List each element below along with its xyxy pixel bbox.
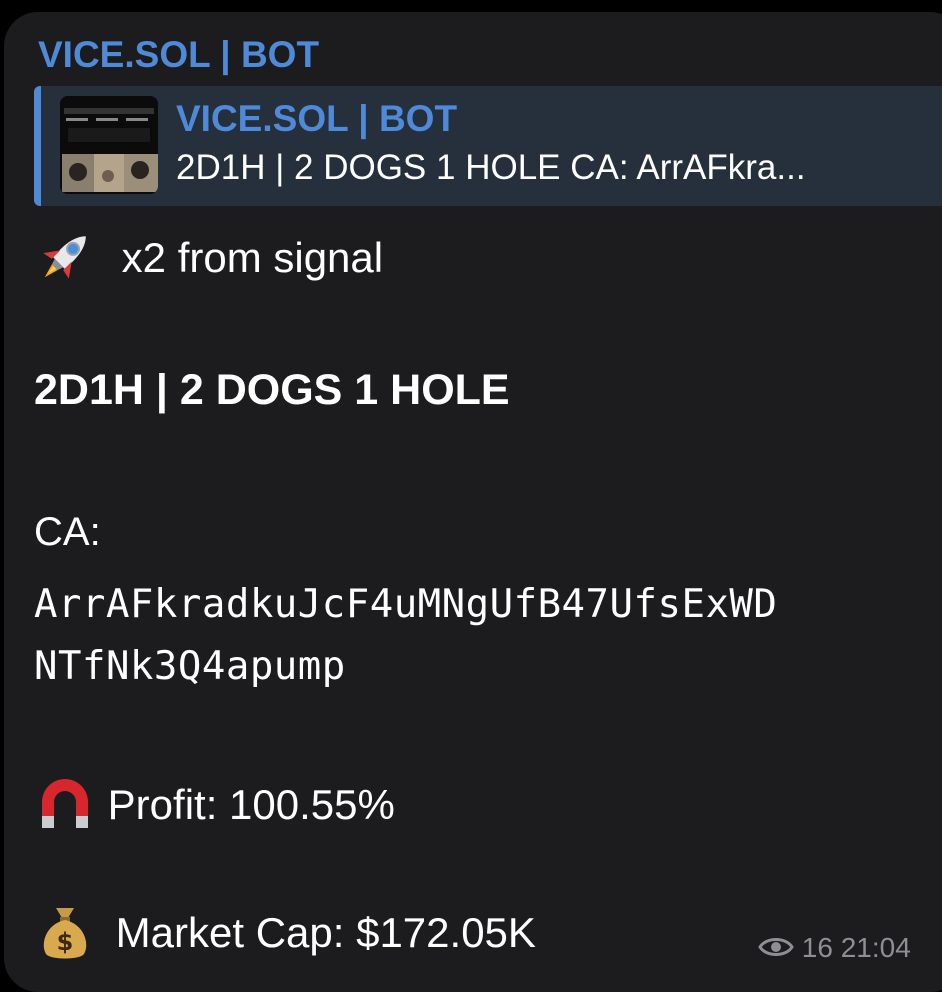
message-time: 21:04	[840, 932, 911, 963]
message-bubble[interactable]: VICE.SOL | BOT VICE.SOL | BOT 2D1H | 2 D…	[4, 12, 942, 992]
eye-icon	[758, 934, 794, 966]
message-meta: 16 21:04	[758, 932, 911, 966]
market-cap-text: Market Cap: $172.05K	[115, 909, 536, 957]
ca-address-line-1[interactable]: ArrAFkradkuJcF4uMNgUfB47UfsExWD	[34, 582, 777, 627]
reply-title: VICE.SOL | BOT	[176, 98, 458, 139]
reply-accent-bar	[34, 86, 41, 206]
profit-text: Profit: 100.55%	[107, 781, 395, 829]
magnet-icon	[34, 772, 96, 844]
reply-preview[interactable]: VICE.SOL | BOT 2D1H | 2 DOGS 1 HOLE CA: …	[34, 86, 942, 206]
view-count: 16	[801, 932, 833, 963]
sender-name[interactable]: VICE.SOL | BOT	[38, 34, 319, 76]
rocket-icon	[34, 224, 98, 298]
profit-line: Profit: 100.55%	[34, 772, 395, 844]
signal-line: x2 from signal	[34, 224, 383, 298]
market-cap-line: $ Market Cap: $172.05K	[34, 900, 536, 972]
signal-text: x2 from signal	[121, 234, 384, 282]
money-bag-icon: $	[34, 900, 96, 972]
ca-address-line-2[interactable]: NTfNk3Q4apump	[34, 644, 346, 689]
ca-label: CA:	[34, 510, 101, 554]
svg-text:$: $	[57, 928, 74, 956]
reply-thumbnail	[60, 96, 158, 194]
reply-text: 2D1H | 2 DOGS 1 HOLE CA: ArrAFkra...	[176, 148, 806, 187]
token-name: 2D1H | 2 DOGS 1 HOLE	[34, 366, 510, 414]
